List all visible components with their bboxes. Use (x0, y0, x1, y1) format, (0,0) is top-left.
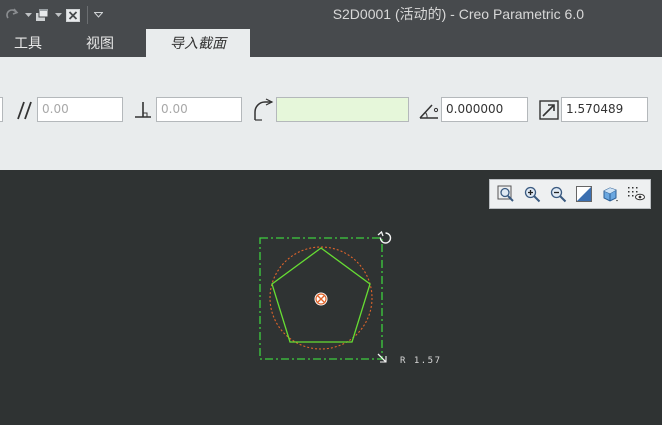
window-title: S2D0001 (活动的) - Creo Parametric 6.0 (332, 6, 584, 22)
scale-icon (538, 98, 559, 121)
tab-tools[interactable]: 工具 (2, 29, 54, 57)
scale-dimension-label: R 1.57 (400, 356, 442, 366)
redo-icon[interactable] (4, 5, 22, 25)
parallel-icon (16, 98, 34, 121)
close-window-icon[interactable] (64, 5, 82, 25)
ribbon-panel: 0.00 0.00 0.000000 1.570489 (0, 57, 662, 170)
center-origin-icon[interactable] (314, 292, 328, 306)
tab-view[interactable]: 视图 (74, 29, 126, 57)
scale-input[interactable]: 1.570489 (561, 97, 648, 122)
dropdown-arrow-icon[interactable] (54, 5, 62, 25)
radius-input[interactable] (276, 97, 409, 122)
perpendicular-input[interactable]: 0.00 (156, 97, 242, 122)
ribbon-tabs: 工具 视图 导入截面 (0, 29, 662, 57)
radius-icon (252, 97, 274, 122)
dropdown-arrow-icon[interactable] (24, 5, 32, 25)
windows-icon[interactable] (34, 5, 52, 25)
scale-handle-icon[interactable] (377, 353, 387, 363)
customize-toolbar-icon[interactable] (93, 5, 103, 25)
truncated-field[interactable] (0, 97, 3, 122)
title-bar: S2D0001 (活动的) - Creo Parametric 6.0 (0, 0, 662, 29)
rotate-angle-icon (418, 98, 440, 121)
rotate-handle-icon[interactable] (377, 230, 392, 244)
quick-access-toolbar (4, 4, 103, 26)
toolbar-separator (87, 6, 88, 24)
tab-import-section[interactable]: 导入截面 (146, 29, 250, 57)
graphics-area[interactable]: R 1.57 (0, 170, 662, 425)
sketch-canvas[interactable]: R 1.57 (0, 170, 662, 425)
creo-window: S2D0001 (活动的) - Creo Parametric 6.0 工具 视… (0, 0, 662, 425)
parallel-input[interactable]: 0.00 (37, 97, 123, 122)
perpendicular-icon (133, 98, 153, 121)
angle-input[interactable]: 0.000000 (441, 97, 528, 122)
